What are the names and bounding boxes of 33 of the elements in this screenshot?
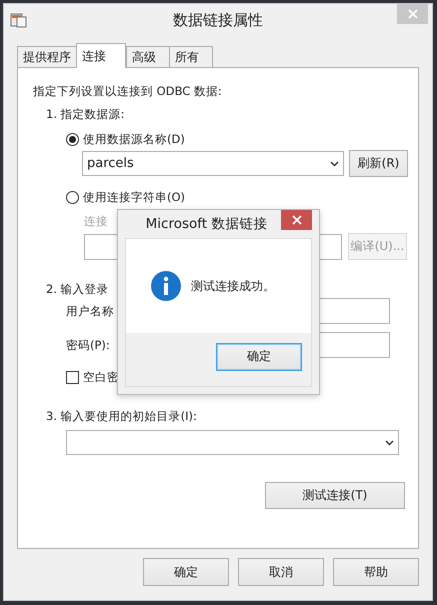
chevron-down-icon xyxy=(330,160,339,166)
section-heading: 3. 输入要使用的初始目录(I): xyxy=(46,409,197,424)
test-connection-button[interactable]: 测试连接(T) xyxy=(265,482,405,509)
radio-label: 使用数据源名称(D) xyxy=(83,132,185,147)
checkbox[interactable] xyxy=(66,371,79,384)
dialog-button[interactable]: 取消 xyxy=(238,558,324,586)
radio-label: 使用连接字符串(O) xyxy=(83,190,186,205)
app-icon xyxy=(10,11,28,29)
section-heading: 1. 指定数据源: xyxy=(46,107,125,122)
tab[interactable]: 高级 xyxy=(126,46,170,67)
data-source-dropdown[interactable]: parcels xyxy=(82,151,344,176)
ok-button[interactable]: 确定 xyxy=(216,342,302,370)
radio-button[interactable] xyxy=(66,133,79,146)
chevron-down-icon xyxy=(385,440,394,446)
tab[interactable]: 连接 xyxy=(76,43,126,68)
close-icon xyxy=(408,9,418,19)
tab[interactable]: 所有 xyxy=(169,46,213,67)
close-button[interactable] xyxy=(281,210,312,230)
refresh-button[interactable]: 刷新(R) xyxy=(349,150,408,177)
section-heading: 2. 输入登录 xyxy=(46,282,109,297)
info-icon xyxy=(151,271,181,301)
dialog-button[interactable]: 帮助 xyxy=(333,558,419,586)
message-text: 测试连接成功。 xyxy=(191,278,275,294)
message-box-title: Microsoft 数据链接 xyxy=(146,215,268,233)
intro-text: 指定下列设置以连接到 ODBC 数据: xyxy=(33,84,222,99)
window-title: 数据链接属性 xyxy=(173,11,263,30)
close-icon xyxy=(292,215,302,225)
dialog-button[interactable]: 确定 xyxy=(143,558,229,586)
field-label: 连接 xyxy=(84,214,108,229)
field-label: 用户名称 xyxy=(66,304,114,318)
radio-button[interactable] xyxy=(66,191,79,204)
tab[interactable]: 提供程序 xyxy=(17,46,77,67)
field-label: 密码(P): xyxy=(66,338,110,352)
